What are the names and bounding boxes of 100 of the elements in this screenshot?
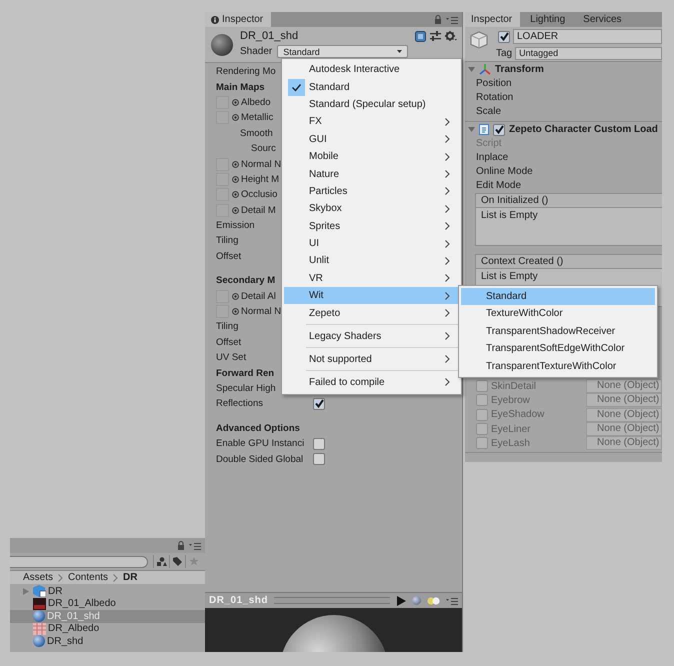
field-label: Online Mode (475, 165, 534, 179)
menu-item[interactable]: Nature (284, 165, 459, 183)
settings-icon[interactable] (445, 31, 457, 42)
field-label: EyeLiner (491, 424, 532, 435)
property-label: Offset (216, 336, 242, 348)
field-label: Rotation (475, 91, 514, 105)
menu-icon[interactable] (189, 542, 201, 550)
menu-item[interactable]: VR (284, 270, 459, 288)
menu-item[interactable]: Zepeto (284, 304, 459, 322)
object-picker-icon[interactable] (232, 206, 239, 214)
menu-item[interactable]: TransparentShadowReceiver (461, 322, 655, 340)
component-title: Transform (495, 64, 544, 75)
menu-item[interactable]: Standard (461, 288, 655, 306)
asset-item[interactable]: DR_01_Albedo (10, 598, 205, 610)
asset-item[interactable]: DR_Albedo (10, 622, 205, 635)
menu-item[interactable]: Standard (Specular setup) (284, 96, 459, 114)
menu-item[interactable]: TransparentTextureWithColor (461, 358, 655, 375)
search-field[interactable] (10, 556, 148, 568)
inspector-tab[interactable]: Inspector (205, 12, 272, 27)
menu-item[interactable]: Standard (284, 78, 459, 96)
event-header: Context Created () (476, 255, 662, 269)
menu-item[interactable]: Autodesk Interactive (284, 61, 459, 78)
field-label: EyeShadow (491, 409, 546, 420)
foldout-icon[interactable] (468, 66, 475, 73)
menu-item[interactable]: Unlit (284, 252, 459, 270)
tag-filter-button[interactable] (169, 555, 185, 568)
sliders-icon[interactable] (430, 31, 441, 42)
menu-item[interactable]: Not supported (284, 350, 459, 368)
lock-icon[interactable] (177, 541, 185, 550)
object-picker-icon[interactable] (232, 191, 239, 198)
panel-tab[interactable]: Lighting (524, 12, 574, 27)
breadcrumb-link[interactable]: Assets (23, 572, 54, 583)
field-label: Edit Mode (475, 179, 522, 193)
sphere-icon[interactable] (412, 596, 421, 605)
object-picker-icon[interactable] (232, 114, 239, 122)
section-header: Forward Ren (216, 368, 274, 379)
shader-dropdown[interactable]: Standard (277, 45, 408, 58)
material-sphere-icon (211, 34, 233, 56)
checkbox[interactable] (313, 453, 325, 466)
chevron-icon (113, 574, 118, 582)
drag-handle[interactable] (274, 597, 390, 604)
checkbox[interactable] (476, 408, 488, 421)
menu-item[interactable]: TransparentSoftEdgeWithColor (461, 340, 655, 358)
checkbox[interactable] (476, 380, 488, 392)
menu-item[interactable]: Skybox (284, 200, 459, 218)
property-label: Enable GPU Instanci (216, 438, 306, 450)
chevron-icon (58, 574, 64, 582)
checkbox[interactable] (498, 30, 510, 42)
tag-dropdown[interactable]: Untagged (515, 47, 662, 60)
field-label: Scale (475, 105, 502, 119)
foldout-icon[interactable] (468, 126, 475, 133)
menu-item[interactable]: Mobile (284, 148, 459, 166)
panel-tab[interactable]: Inspector (465, 12, 520, 27)
checkbox[interactable] (313, 398, 325, 410)
menu-icon[interactable] (446, 16, 458, 24)
filter-type-button[interactable] (153, 555, 169, 568)
caret-icon (397, 50, 402, 53)
breadcrumb-link[interactable]: DR (123, 572, 138, 583)
property-label: Tiling (216, 235, 238, 246)
property-label: Height M (241, 174, 280, 185)
object-picker-icon[interactable] (232, 308, 239, 316)
menu-item[interactable]: Legacy Shaders (284, 327, 459, 345)
field-label: EyeLash (491, 438, 531, 449)
asset-name: DR_01_Albedo (48, 598, 116, 610)
menu-icon[interactable] (446, 596, 458, 604)
play-icon[interactable] (396, 596, 406, 606)
tag-label: Tag (496, 48, 512, 59)
menu-item[interactable]: Failed to compile (284, 373, 459, 391)
checkbox[interactable] (476, 437, 488, 450)
breadcrumb-link[interactable]: Contents (68, 572, 108, 583)
menu-item[interactable]: TextureWithColor (461, 305, 655, 323)
light-toggle-icon[interactable] (427, 596, 440, 604)
empty-list-text: List is Empty (481, 271, 538, 282)
menu-item[interactable]: GUI (284, 130, 459, 148)
property-label: Tiling (216, 321, 238, 332)
property-label: Smooth (240, 128, 273, 139)
lock-icon[interactable] (434, 15, 442, 24)
object-picker-icon[interactable] (232, 292, 239, 300)
checkbox[interactable] (476, 394, 488, 406)
menu-item[interactable]: Sprites (284, 218, 459, 235)
asset-item[interactable]: DR (10, 585, 205, 598)
checkbox[interactable] (476, 423, 488, 436)
property-label: Normal N (241, 306, 282, 318)
asset-name: DR_01_shd (47, 610, 100, 622)
material-name: DR_01_shd (240, 29, 300, 43)
object-picker-icon[interactable] (232, 98, 239, 106)
panel-tab[interactable]: Services (577, 12, 630, 27)
menu-item[interactable]: UI (284, 234, 459, 252)
empty-list-text: List is Empty (481, 210, 538, 221)
expand-arrow-icon[interactable] (23, 588, 29, 595)
menu-item[interactable]: Particles (284, 182, 459, 200)
asset-item[interactable]: DR_shd (10, 635, 205, 648)
menu-item[interactable]: Wit (284, 287, 459, 304)
section-header: Main Maps (216, 82, 265, 93)
checkbox[interactable] (493, 124, 505, 136)
menu-item[interactable]: FX (284, 113, 459, 131)
checkbox[interactable] (313, 438, 325, 450)
shader-label: Shader (240, 46, 272, 57)
name-field[interactable]: LOADER (513, 29, 662, 44)
event-header: On Initialized () (476, 194, 662, 208)
